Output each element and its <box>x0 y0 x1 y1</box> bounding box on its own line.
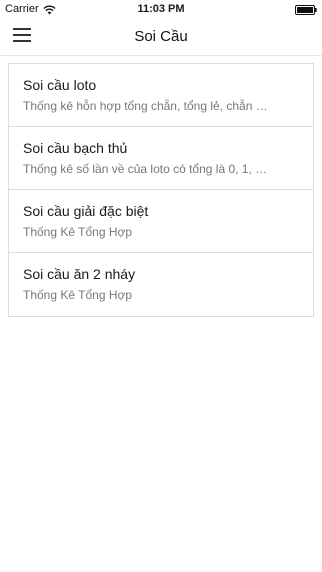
status-bar: Carrier 11:03 PM <box>0 0 322 20</box>
battery-icon <box>295 5 317 15</box>
list-item-subtitle: Thống Kê Tổng Hợp <box>23 225 133 239</box>
page-title: Soi Cầu <box>134 28 188 45</box>
list-item-subtitle: Thống Kê Tổng Hợp <box>23 288 133 302</box>
list-item-soi-cau-bach-thu[interactable]: Soi cầu bạch thủ Thống kê số lần về của … <box>9 127 313 190</box>
list-item-subtitle: Thống kê hỗn hợp tổng chẵn, tổng lẻ, chẵ… <box>23 99 268 113</box>
list-item-soi-cau-an-2-nhay[interactable]: Soi cầu ăn 2 nháy Thống Kê Tổng Hợp <box>9 253 313 316</box>
list-item-title: Soi cầu ăn 2 nháy <box>23 266 136 282</box>
list-item-soi-cau-loto[interactable]: Soi cầu loto Thống kê hỗn hợp tổng chẵn,… <box>9 64 313 127</box>
status-time: 11:03 PM <box>137 3 185 15</box>
list-item-subtitle: Thống kê số lần về của loto có tổng là 0… <box>23 162 268 176</box>
list-item-title: Soi cầu bạch thủ <box>23 140 128 156</box>
navigation-bar: Soi Cầu <box>0 20 322 56</box>
menu-list: Soi cầu loto Thống kê hỗn hợp tổng chẵn,… <box>8 63 314 317</box>
list-item-title: Soi cầu giải đặc biệt <box>23 203 149 219</box>
list-item-title: Soi cầu loto <box>23 77 97 93</box>
list-item-soi-cau-giai-dac-biet[interactable]: Soi cầu giải đặc biệt Thống Kê Tổng Hợp <box>9 190 313 253</box>
